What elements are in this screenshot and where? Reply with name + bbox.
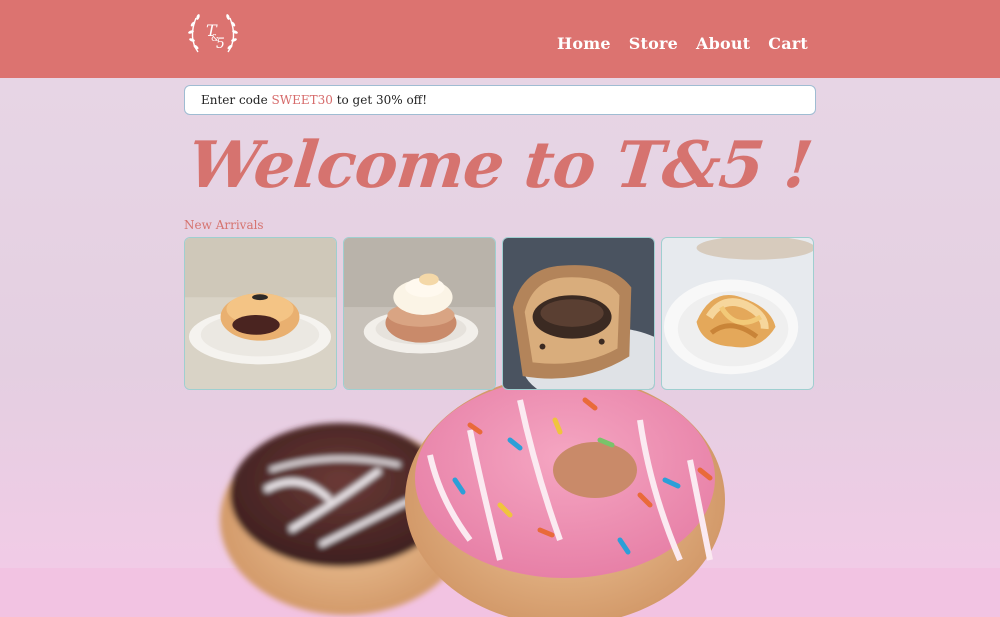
- bakery-logo[interactable]: T & 5: [184, 8, 242, 60]
- promo-banner: Enter code SWEET30 to get 30% off!: [184, 85, 816, 115]
- nav-store-link[interactable]: Store: [629, 34, 678, 53]
- promo-suffix: to get 30% off!: [332, 93, 428, 107]
- site-header: T & 5 Home Store About Cart: [0, 0, 1000, 78]
- chocolate-toast-image[interactable]: [502, 237, 655, 390]
- nav-about-link[interactable]: About: [696, 34, 750, 53]
- welcome-title: Welcome to T&5 !: [184, 128, 816, 203]
- new-arrivals-gallery: [184, 237, 816, 390]
- nav-home-link[interactable]: Home: [557, 34, 611, 53]
- promo-prefix: Enter code: [201, 93, 272, 107]
- cream-bun-image[interactable]: [343, 237, 496, 390]
- nav-cart-link[interactable]: Cart: [768, 34, 808, 53]
- new-arrivals-label: New Arrivals: [184, 218, 264, 232]
- laurel-wreath-icon: T & 5: [188, 14, 238, 53]
- twisted-pastry-image[interactable]: [661, 237, 814, 390]
- red-bean-bun-image[interactable]: [184, 237, 337, 390]
- svg-text:5: 5: [216, 36, 225, 52]
- main-nav: Home Store About Cart: [557, 34, 808, 53]
- promo-code: SWEET30: [271, 93, 333, 107]
